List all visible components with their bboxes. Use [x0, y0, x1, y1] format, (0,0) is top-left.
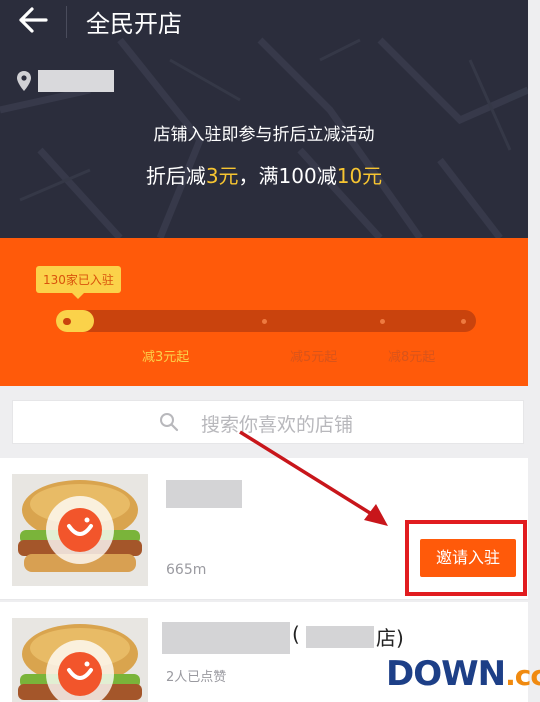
store-name-redacted: [166, 480, 242, 508]
progress-knob: [63, 318, 71, 325]
promo-headline: 店铺入驻即参与折后立减活动: [153, 125, 375, 145]
location-text-redacted[interactable]: [38, 70, 114, 92]
watermark-main: DOWN: [386, 654, 506, 694]
store-thumbnail: [12, 618, 148, 702]
search-icon: [160, 413, 179, 432]
promo-text-1: 折后减: [145, 164, 206, 188]
tier-label-1: 减3元起: [142, 350, 190, 365]
joined-count-badge: 130家已入驻: [36, 266, 121, 299]
topbar-divider: [66, 6, 67, 38]
promo-amount-2: 10元: [336, 164, 383, 188]
tier-marker-3: [461, 319, 466, 324]
page-title: 全民开店: [86, 10, 182, 38]
promo-amount-1: 3元: [205, 164, 239, 188]
search-placeholder: 搜索你喜欢的店铺: [201, 414, 354, 436]
store-thumbnail: [12, 474, 148, 586]
branch-suffix: 店): [376, 626, 404, 650]
branch-name-redacted: [306, 626, 374, 648]
back-arrow-icon[interactable]: [18, 6, 48, 34]
store-search-bar[interactable]: 搜索你喜欢的店铺: [12, 400, 524, 444]
promo-text-2: ，满100减: [238, 164, 337, 188]
progress-fill: [56, 310, 94, 332]
tier-label-2: 减5元起: [290, 350, 338, 365]
branch-paren-open: (: [292, 622, 300, 646]
join-progress-panel: 130家已入驻 减3元起 减5元起 减8元起: [0, 238, 528, 386]
tier-marker-2: [380, 319, 385, 324]
store-likes: 2人已点赞: [166, 670, 227, 685]
tier-label-3: 减8元起: [388, 350, 436, 365]
watermark-text: DOWN.cc: [386, 654, 540, 694]
promo-discount: 折后减3元，满100减10元: [0, 160, 528, 189]
store-distance: 665m: [166, 562, 207, 578]
location-pin-icon[interactable]: [16, 70, 32, 92]
header-banner: 全民开店 店铺入驻即参与折后立减活动 折后减3元，满100减10元: [0, 0, 528, 238]
top-bar: 全民开店: [0, 0, 528, 46]
tier-marker-1: [262, 319, 267, 324]
burger-image: [12, 618, 148, 702]
watermark-suffix: .cc: [505, 659, 540, 692]
burger-image: [12, 474, 148, 586]
invite-join-button[interactable]: 邀请入驻: [420, 539, 516, 577]
store-name-redacted: [162, 622, 290, 654]
